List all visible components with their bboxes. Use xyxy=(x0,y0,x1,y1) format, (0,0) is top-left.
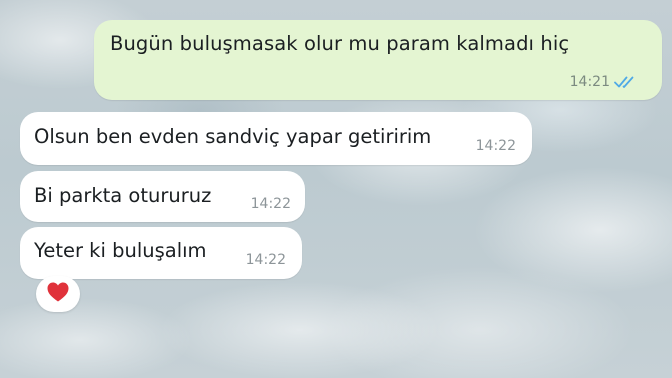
message-text: Bi parkta otururuz xyxy=(34,184,212,207)
incoming-message-bubble[interactable]: Bi parkta otururuz 14:22 xyxy=(20,171,305,222)
double-check-icon xyxy=(614,74,638,88)
message-timestamp: 14:22 xyxy=(245,252,286,268)
message-timestamp: 14:22 xyxy=(475,138,516,154)
message-text: Bugün buluşmasak olur mu param kalmadı h… xyxy=(110,32,570,55)
outgoing-message-bubble[interactable]: Bugün buluşmasak olur mu param kalmadı h… xyxy=(94,20,662,100)
message-text: Olsun ben evden sandviç yapar getiririm xyxy=(34,125,432,148)
incoming-message-bubble[interactable]: Yeter ki buluşalım 14:22 xyxy=(20,227,302,279)
message-timestamp: 14:21 xyxy=(569,74,610,90)
message-text: Yeter ki buluşalım xyxy=(34,239,207,262)
heart-icon xyxy=(46,281,70,307)
message-reaction[interactable] xyxy=(36,276,80,312)
message-timestamp: 14:22 xyxy=(250,196,291,212)
incoming-message-bubble[interactable]: Olsun ben evden sandviç yapar getiririm … xyxy=(20,112,532,165)
